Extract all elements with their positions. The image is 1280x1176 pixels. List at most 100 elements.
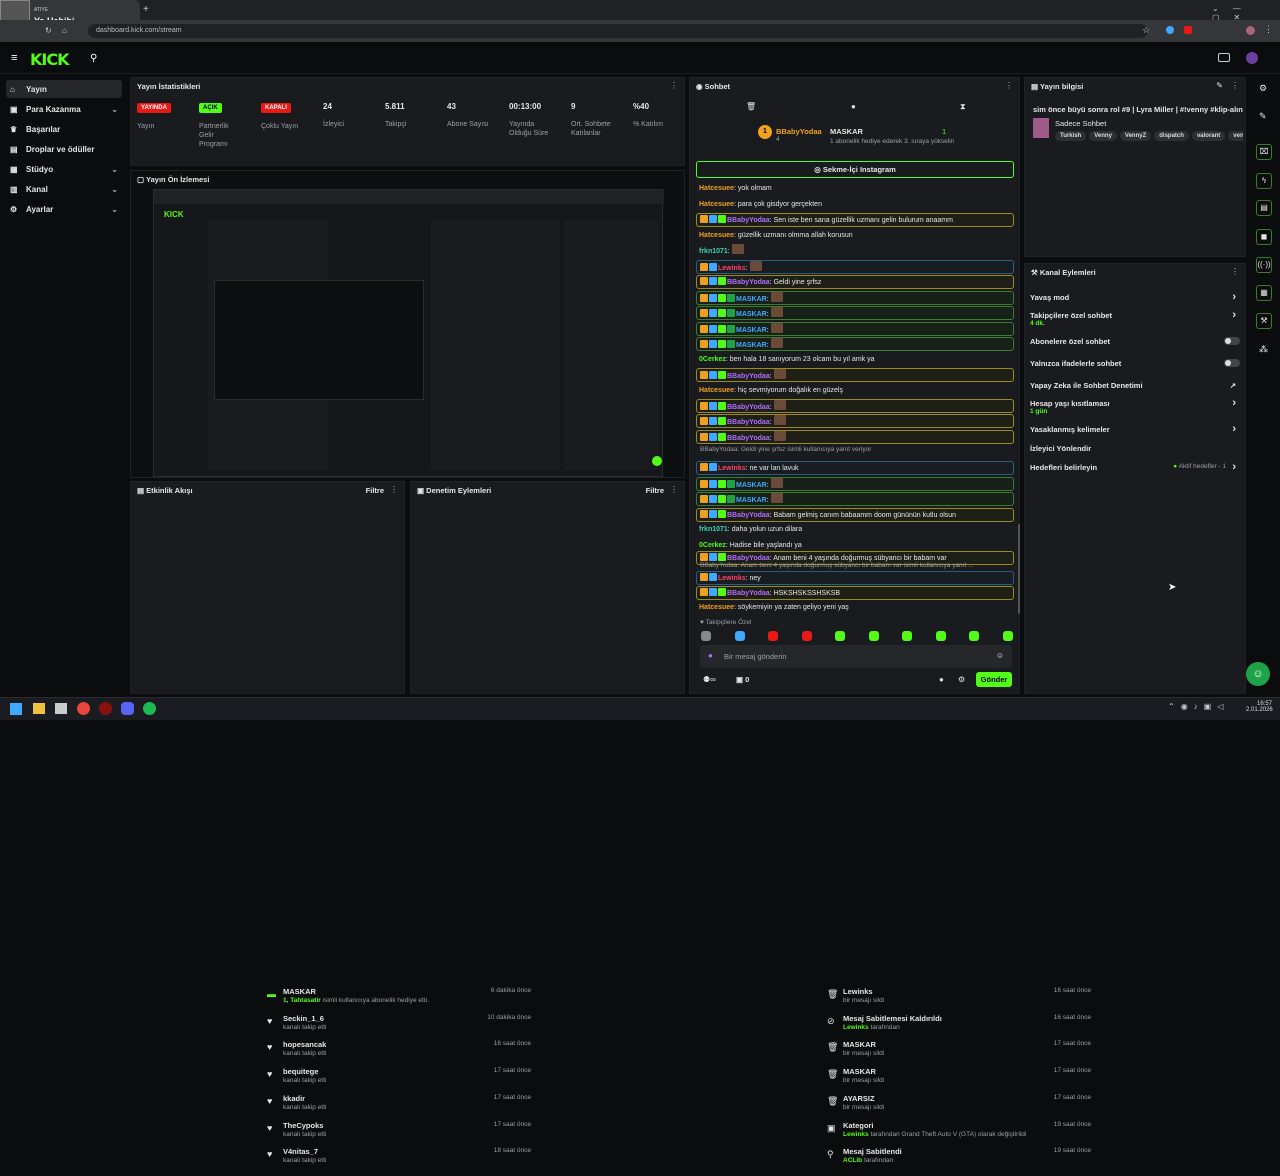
chat-message[interactable]: 0Cerkez: ben hala 18 sanıyorum 23 olcam …: [696, 353, 1014, 367]
chat-message[interactable]: BBabyYodaa: HSKSHSKSSHSKSB: [696, 586, 1014, 600]
chat-scrollbar[interactable]: [1018, 524, 1020, 614]
chat-username[interactable]: BBabyYodaa: [727, 373, 770, 380]
emote-icon[interactable]: [768, 631, 778, 641]
sidebar-item-droplar[interactable]: ▤ Droplar ve ödüller: [6, 140, 122, 158]
chat-username[interactable]: MASKAR: [736, 497, 767, 504]
channel-action-item[interactable]: Yalnızca ifadelerle sohbet: [1030, 359, 1240, 368]
pinned-message[interactable]: ◎ Sekme-İçi Instagram: [696, 161, 1014, 178]
bookmark-star-icon[interactable]: ☆: [1142, 25, 1150, 36]
emote-icon[interactable]: [701, 631, 711, 641]
list-item[interactable]: ♥ TheCypoks kanalı takip etti 17 saat önce: [267, 1121, 531, 1147]
emote-icon[interactable]: [1002, 631, 1013, 641]
list-item[interactable]: ▣ Kategori Lewinks tarafından Grand Theft …: [827, 1121, 1091, 1147]
new-tab-button[interactable]: +: [143, 4, 149, 15]
edit-icon[interactable]: ✎: [1259, 111, 1267, 122]
discord-icon[interactable]: [121, 702, 134, 715]
chat-message[interactable]: Hatcesuee: para çok gisdyor gerçekten: [696, 198, 1014, 212]
chat-username[interactable]: BBabyYodaa: [727, 404, 770, 411]
more-icon[interactable]: ⋮: [1231, 267, 1239, 276]
chat-username[interactable]: frkn1071: [699, 526, 728, 533]
sidebar-item-basarilar[interactable]: ♛ Başarılar: [6, 120, 122, 138]
channel-action-item[interactable]: İzleyici Yönlendir: [1030, 444, 1240, 453]
pin-icon[interactable]: ⚲: [90, 53, 97, 64]
chat-username[interactable]: BBabyYodaa: [727, 435, 770, 442]
menu-icon[interactable]: ≡: [11, 52, 17, 64]
stream-preview-video[interactable]: KICK: [153, 189, 664, 477]
reload-icon[interactable]: ↻: [45, 26, 52, 35]
channel-action-item[interactable]: Abonelere özel sohbet: [1030, 337, 1240, 346]
chat-message[interactable]: Hatcesuee: söykemiyin ya zaten geliyo ye…: [696, 601, 1014, 615]
chat-username[interactable]: BBabyYodaa: [727, 279, 770, 286]
list-item[interactable]: 🗑 MASKAR bir mesajı sildi 17 saat önce: [827, 1067, 1091, 1093]
chat-username[interactable]: MASKAR: [736, 342, 767, 349]
chat-message[interactable]: Hatcesuee: güzellik uzmanı olmma allah k…: [696, 229, 1014, 243]
list-item[interactable]: 🗑 MASKAR bir mesajı sildi 17 saat önce: [827, 1040, 1091, 1066]
emote-icon[interactable]: [902, 631, 912, 641]
tag[interactable]: VennyZ: [1119, 131, 1152, 141]
filter-button[interactable]: Filtre: [366, 486, 384, 495]
rail-tool-3[interactable]: ▤: [1256, 200, 1272, 216]
list-item[interactable]: 🗑 AYARSIZ bir mesajı sildi 17 saat önce: [827, 1094, 1091, 1120]
emote-icon[interactable]: [868, 631, 879, 641]
browser-menu-icon[interactable]: ⋮: [1264, 24, 1273, 35]
emote-icon[interactable]: [935, 631, 946, 641]
chat-username[interactable]: MASKAR: [736, 296, 767, 303]
chat-bubble-icon[interactable]: ●: [851, 102, 856, 111]
chat-message[interactable]: Lewinks: ney: [696, 571, 1014, 585]
list-item[interactable]: ♥ hopesancak kanalı takip etti 16 saat önce: [267, 1040, 531, 1066]
browser-avatar[interactable]: [1246, 26, 1255, 35]
spotify-icon[interactable]: [143, 702, 156, 715]
chat-message[interactable]: MASKAR:: [696, 291, 1014, 305]
kick-logo[interactable]: KICK: [30, 50, 69, 69]
sidebar-item-yayin[interactable]: ⌂ Yayın: [6, 80, 122, 98]
chat-settings-icon[interactable]: ●: [939, 675, 944, 684]
chat-username[interactable]: Hatcesuee: [699, 232, 734, 239]
sidebar-item-para-kazanma[interactable]: ▣ Para Kazanma ⌄: [6, 100, 122, 118]
chat-username[interactable]: frkn1071: [699, 248, 728, 255]
chat-username[interactable]: MASKAR: [736, 482, 767, 489]
list-item[interactable]: ▬ MASKAR 1, Tahtasatir isimli kullanıcıya …: [267, 987, 531, 1013]
tag[interactable]: ven: [1228, 131, 1243, 141]
chat-username[interactable]: BBabyYodaa: [727, 590, 770, 597]
rail-tool-2[interactable]: ϟ: [1256, 173, 1272, 189]
chat-message[interactable]: Lewinks: ne var lan lavuk: [696, 461, 1014, 475]
chat-username[interactable]: BBabyYodaa: [727, 217, 770, 224]
filter-button[interactable]: Filtre: [646, 486, 664, 495]
list-item[interactable]: ⊘ Mesaj Sabitlemesi Kaldırıldı Lewinks tar…: [827, 1014, 1091, 1040]
chat-username[interactable]: Hatcesuee: [699, 185, 734, 192]
home-icon[interactable]: ⌂: [62, 26, 67, 35]
rail-tool-7[interactable]: ⚒: [1256, 313, 1272, 329]
more-icon[interactable]: ⋮: [1231, 81, 1239, 90]
broadcast-icon[interactable]: [1218, 53, 1230, 62]
user-avatar[interactable]: [1246, 52, 1258, 64]
chat-username[interactable]: Hatcesuee: [699, 604, 734, 611]
chat-username[interactable]: Hatcesuee: [699, 387, 734, 394]
emoji-icon[interactable]: ☺: [996, 651, 1004, 660]
chat-message[interactable]: BBabyYodaa: Sen iste ben sana güzellik u…: [696, 213, 1014, 227]
network-icon[interactable]: ⁂: [1259, 344, 1268, 355]
edit-icon[interactable]: ✎: [1216, 81, 1223, 90]
chat-username[interactable]: BBabyYodaa: [727, 419, 770, 426]
more-icon[interactable]: ⋮: [390, 485, 398, 494]
chat-message[interactable]: BBabyYodaa:: [696, 414, 1014, 428]
app-icon[interactable]: [55, 703, 67, 714]
hourglass-icon[interactable]: ⧗: [960, 102, 966, 112]
tray-icons[interactable]: ⌃◉♪▣◁: [1168, 702, 1229, 711]
app-icon[interactable]: [99, 702, 112, 715]
list-item[interactable]: ♥ bequitege kanalı takip etti 17 saat önce: [267, 1067, 531, 1093]
chat-input[interactable]: ● Bir mesaj gönderin ☺: [700, 645, 1012, 668]
emote-icon[interactable]: [969, 631, 979, 641]
mic-icon[interactable]: ●: [708, 651, 713, 660]
toggle-switch[interactable]: [1224, 337, 1240, 345]
extension-icon[interactable]: [1184, 26, 1192, 34]
chat-username[interactable]: MASKAR: [736, 327, 767, 334]
chat-message[interactable]: BBabyYodaa:: [696, 368, 1014, 382]
chat-username[interactable]: Hatcesuee: [699, 201, 734, 208]
list-item[interactable]: ♥ V4nitas_7 kanalı takip etti 18 saat önce: [267, 1147, 531, 1173]
chat-message[interactable]: MASKAR:: [696, 337, 1014, 351]
tag[interactable]: Turkish: [1055, 131, 1087, 141]
channel-action-item[interactable]: Hesap yaşı kısıtlaması 1 gün ›: [1030, 397, 1240, 415]
list-item[interactable]: 🗑 Lewinks bir mesajı sildi 16 saat önce: [827, 987, 1091, 1013]
rail-tool-4[interactable]: ◼: [1256, 229, 1272, 245]
tag[interactable]: dispatch: [1154, 131, 1189, 141]
